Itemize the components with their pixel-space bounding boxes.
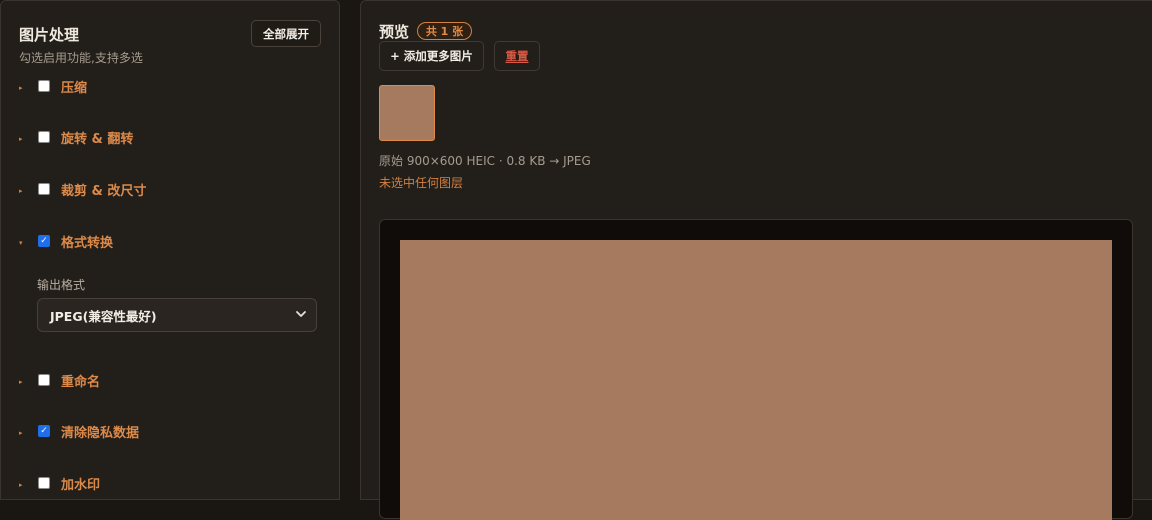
feature-row-rename[interactable]: ▸ 重命名	[19, 371, 101, 390]
feature-row-rotate-flip[interactable]: ▸ 旋转 & 翻转	[19, 128, 134, 147]
feature-row-compress[interactable]: ▸ 压缩	[19, 77, 88, 96]
format-convert-checkbox[interactable]	[38, 235, 50, 247]
layer-status-text: 未选中任何图层	[379, 176, 464, 190]
feature-row-strip-metadata[interactable]: ▸ 清除隐私数据	[19, 422, 140, 441]
caret-right-icon[interactable]: ▸	[19, 85, 29, 92]
compress-checkbox[interactable]	[38, 80, 50, 92]
watermark-checkbox[interactable]	[38, 477, 50, 489]
file-info-text: 原始 900×600 HEIC · 0.8 KB → JPEG	[379, 154, 591, 168]
expand-all-button[interactable]: 全部展开	[251, 20, 321, 47]
output-format-value: JPEG(兼容性最好)	[50, 308, 157, 324]
feature-label: 重命名	[61, 374, 101, 390]
caret-right-icon[interactable]: ▸	[19, 188, 29, 195]
image-thumbnail[interactable]	[379, 85, 435, 141]
caret-right-icon[interactable]: ▸	[19, 379, 29, 386]
feature-row-crop-resize[interactable]: ▸ 裁剪 & 改尺寸	[19, 180, 147, 199]
reset-button[interactable]: 重置	[494, 41, 540, 71]
feature-label: 压缩	[61, 80, 88, 96]
output-format-label: 输出格式	[37, 278, 86, 292]
chevron-down-icon	[296, 311, 306, 317]
strip-metadata-checkbox[interactable]	[38, 425, 50, 437]
rename-checkbox[interactable]	[38, 374, 50, 386]
output-format-select[interactable]: JPEG(兼容性最好)	[37, 298, 317, 332]
preview-title: 预览	[379, 23, 410, 41]
feature-label: 裁剪 & 改尺寸	[61, 183, 147, 199]
feature-label: 加水印	[61, 477, 101, 493]
caret-right-icon[interactable]: ▸	[19, 136, 29, 143]
feature-row-format-convert[interactable]: ▾ 格式转换	[19, 232, 114, 251]
add-more-images-button[interactable]: + 添加更多图片	[379, 41, 484, 71]
rotate-flip-checkbox[interactable]	[38, 131, 50, 143]
caret-right-icon[interactable]: ▸	[19, 430, 29, 437]
feature-label: 格式转换	[61, 235, 114, 251]
crop-resize-checkbox[interactable]	[38, 183, 50, 195]
feature-label: 旋转 & 翻转	[61, 131, 134, 147]
panel-subtitle: 勾选启用功能,支持多选	[19, 51, 143, 65]
caret-down-icon[interactable]: ▾	[19, 240, 29, 247]
feature-label: 清除隐私数据	[61, 425, 140, 441]
preview-image[interactable]	[400, 240, 1112, 520]
caret-right-icon[interactable]: ▸	[19, 482, 29, 489]
feature-row-watermark[interactable]: ▸ 加水印	[19, 474, 101, 493]
image-count-badge: 共 1 张	[417, 22, 472, 40]
panel-title: 图片处理	[19, 26, 80, 44]
